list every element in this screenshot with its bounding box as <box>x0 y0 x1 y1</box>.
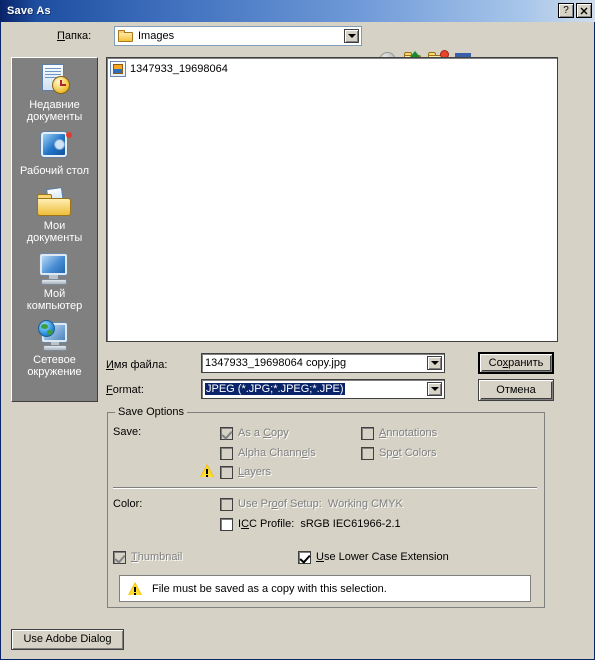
section-divider <box>113 487 537 489</box>
file-name-label: Имя файла: <box>106 359 168 371</box>
place-desktop[interactable]: Рабочий стол <box>12 131 97 177</box>
list-item[interactable]: 1347933_19698064 <box>110 61 228 77</box>
title-bar[interactable]: Save As ? <box>1 0 595 22</box>
format-label: Format: <box>106 384 144 396</box>
desktop-icon <box>37 131 73 163</box>
places-bar: Недавние документы Рабочий стол Мои доку… <box>11 57 98 402</box>
checkbox-annotations[interactable]: Annotations <box>361 427 437 440</box>
place-label-line2: компьютер <box>26 300 83 312</box>
checkbox-box[interactable] <box>220 466 233 479</box>
place-my-documents[interactable]: Мои документы <box>12 186 97 244</box>
checkbox-label: Thumbnail <box>131 551 183 563</box>
place-label: Мой <box>43 288 66 300</box>
look-in-value: Images <box>138 30 175 42</box>
checkbox-box[interactable] <box>361 447 374 460</box>
checkbox-label: ICC Profile: sRGB IEC61966-2.1 <box>238 518 401 530</box>
checkbox-label: Annotations <box>379 427 438 439</box>
save-row-label: Save: <box>113 426 142 438</box>
look-in-combobox[interactable]: Images <box>114 26 362 46</box>
checkbox-box[interactable] <box>220 498 233 511</box>
place-label-line2: документы <box>26 232 83 244</box>
checkbox-label: Layers <box>238 466 272 478</box>
my-computer-icon <box>36 254 74 286</box>
place-recent-documents[interactable]: Недавние документы <box>12 63 97 123</box>
checkbox-label: Use Proof Setup: Working CMYK <box>238 498 403 510</box>
use-adobe-dialog-button[interactable]: Use Adobe Dialog <box>11 629 124 650</box>
format-combobox[interactable]: JPEG (*.JPG;*.JPEG;*.JPE) <box>201 379 445 399</box>
checkbox-label: As a Copy <box>238 427 289 439</box>
checkbox-spot-colors[interactable]: Spot Colors <box>361 447 437 460</box>
warning-message-text: File must be saved as a copy with this s… <box>152 582 387 595</box>
look-in-dropdown-arrow[interactable] <box>344 29 359 43</box>
checkbox-thumbnail[interactable]: Thumbnail <box>113 551 182 564</box>
warning-triangle-icon <box>128 581 143 596</box>
checkbox-use-proof-setup[interactable]: Use Proof Setup: Working CMYK <box>220 498 403 511</box>
network-places-icon <box>36 320 74 352</box>
format-value: JPEG (*.JPG;*.JPEG;*.JPE) <box>205 383 345 395</box>
cancel-button[interactable]: Отмена <box>478 379 554 401</box>
checkbox-use-lower-case-extension[interactable]: Use Lower Case Extension <box>298 551 449 564</box>
close-icon <box>580 7 588 15</box>
checkbox-box[interactable] <box>298 551 311 564</box>
warning-message-box: File must be saved as a copy with this s… <box>119 575 531 602</box>
checkbox-box[interactable] <box>220 427 233 440</box>
checkbox-label: Alpha Channels <box>238 447 316 459</box>
image-file-icon <box>110 61 126 77</box>
save-button-label: Сохранить <box>488 357 544 369</box>
checkbox-label: Spot Colors <box>379 447 437 459</box>
place-label-line2: окружение <box>27 366 82 378</box>
checkbox-box[interactable] <box>220 447 233 460</box>
file-list[interactable]: 1347933_19698064 <box>106 57 558 342</box>
file-name-value: 1347933_19698064 copy.jpg <box>205 357 347 369</box>
checkbox-icc-profile[interactable]: ICC Profile: sRGB IEC61966-2.1 <box>220 518 401 531</box>
file-name-label: 1347933_19698064 <box>130 63 228 75</box>
close-button[interactable] <box>576 3 592 18</box>
file-name-input[interactable]: 1347933_19698064 copy.jpg <box>201 353 445 373</box>
place-network[interactable]: Сетевое окружение <box>12 320 97 378</box>
place-label: Недавние <box>29 99 80 111</box>
look-in-row: Папка: Images <box>1 22 595 69</box>
checkbox-box[interactable] <box>220 518 233 531</box>
place-label: Мои <box>43 220 66 232</box>
save-as-dialog: Save As ? Папка: Images Недавние докумен… <box>0 0 595 660</box>
recent-documents-icon <box>37 63 73 97</box>
look-in-label: Папка: <box>57 30 92 42</box>
my-documents-icon <box>36 186 74 218</box>
checkbox-as-a-copy[interactable]: As a Copy <box>220 427 289 440</box>
save-button[interactable]: Сохранить <box>478 352 554 374</box>
window-title: Save As <box>7 5 51 17</box>
checkbox-layers[interactable]: Layers <box>220 466 271 479</box>
help-button[interactable]: ? <box>558 3 574 18</box>
color-row-label: Color: <box>113 498 143 510</box>
place-label: Сетевое <box>33 354 76 366</box>
checkbox-label: Use Lower Case Extension <box>316 551 449 563</box>
place-label: Рабочий стол <box>19 165 90 177</box>
warning-triangle-icon <box>200 464 215 478</box>
place-label-line2: документы <box>26 111 83 123</box>
place-my-computer[interactable]: Мой компьютер <box>12 254 97 312</box>
checkbox-alpha-channels[interactable]: Alpha Channels <box>220 447 316 460</box>
checkbox-box[interactable] <box>113 551 126 564</box>
file-name-dropdown-arrow[interactable] <box>427 356 442 370</box>
checkbox-box[interactable] <box>361 427 374 440</box>
folder-icon <box>118 29 134 43</box>
format-dropdown-arrow[interactable] <box>427 382 442 396</box>
save-options-legend: Save Options <box>115 406 188 418</box>
